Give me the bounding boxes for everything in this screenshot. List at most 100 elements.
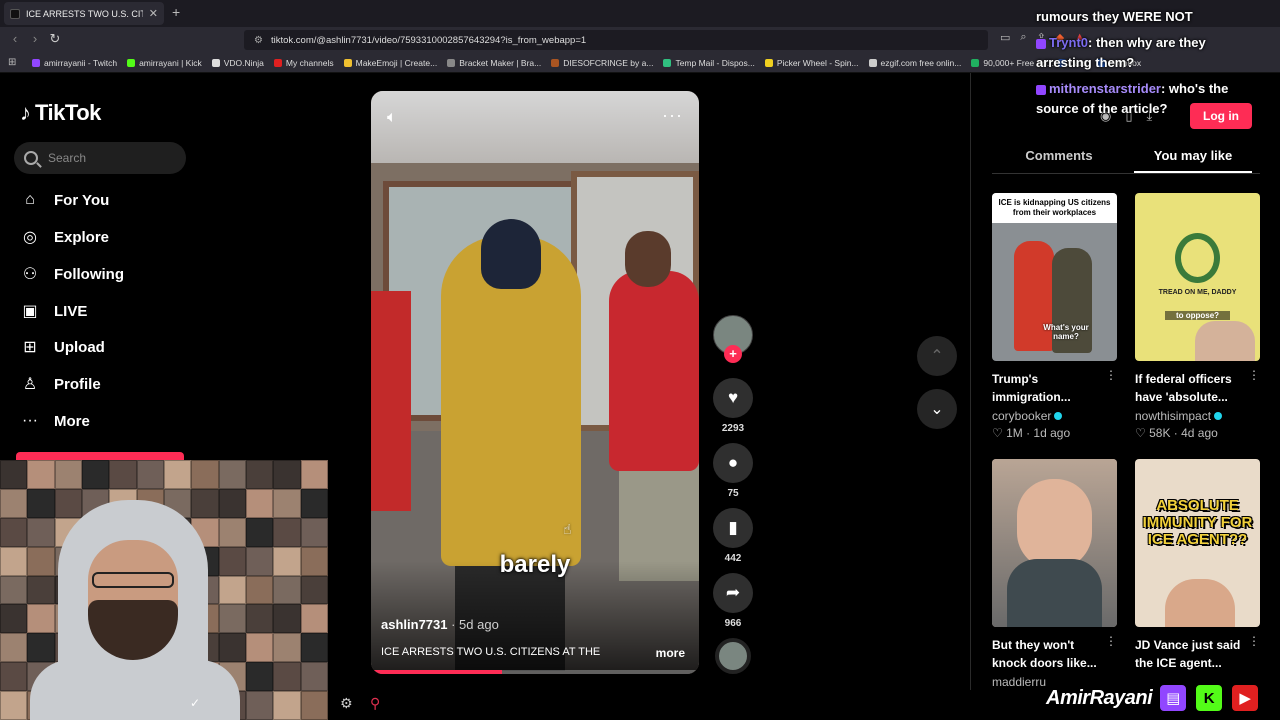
collage-tile [218,575,246,605]
previous-video-button[interactable]: ⌃ [917,336,957,376]
compass-icon: ◎ [23,229,37,246]
collage-tile [300,633,328,663]
pixabay-icon [971,58,980,67]
card-title[interactable]: Trump's immigration... [992,370,1102,406]
bookmark-item[interactable]: DIESOFCRINGE by a... [551,58,653,68]
collage-tile [27,517,55,547]
collage-tile [273,517,301,547]
card-author[interactable]: nowthisimpact [1135,409,1223,423]
search-input[interactable]: Search [14,142,186,174]
tab-you-may-like[interactable]: You may like [1130,148,1256,163]
thumbnail-text: ABSOLUTE IMMUNITY FOR ICE AGENT?? [1142,497,1253,548]
sidebar-item-for-you[interactable]: ⌂ For You [20,190,109,210]
sidebar-item-more[interactable]: ··· More [20,411,90,431]
address-bar[interactable]: ⚙ tiktok.com/@ashlin7731/video/759331000… [244,30,988,50]
apps-grid-icon[interactable]: ⊞ [8,57,32,68]
bookmark-item[interactable]: Picker Wheel - Spin... [764,58,859,68]
video-thumbnail[interactable]: TREAD ON ME, DADDY to oppose? [1135,193,1260,361]
card-title[interactable]: JD Vance just said the ICE agent... [1135,636,1245,672]
bookmark-item[interactable]: VDO.Ninja [211,58,264,68]
card-title[interactable]: But they won't knock doors like... [992,636,1102,672]
login-button-partial[interactable] [16,452,184,460]
follow-plus-icon[interactable]: + [724,345,742,363]
collage-tile [164,460,192,489]
video-progress-bar[interactable] [371,670,699,674]
bookmark-count: 442 [724,553,742,564]
site-info-icon[interactable]: ⚙ [254,35,263,46]
card-author-name[interactable]: corybooker [992,409,1051,423]
thumbnail-text: ICE is kidnapping US citizens from their… [998,198,1111,217]
bookmark-item[interactable]: Temp Mail - Dispos... [663,58,755,68]
card-more-icon[interactable]: ⋮ [1248,634,1260,648]
like-button[interactable]: ♥ [713,378,753,418]
comment-button[interactable]: ● [713,443,753,483]
collage-tile [27,488,55,518]
collage-tile [136,460,164,489]
back-icon[interactable]: ‹ [6,31,24,46]
tiktok-logo[interactable]: ♪ TikTok [20,100,101,126]
sidebar-item-live[interactable]: ▣ LIVE [20,301,87,321]
collage-tile [0,488,28,518]
kick-logo-icon: K [1194,683,1225,713]
collage-tile [300,488,328,518]
collage-tile [54,488,82,518]
bookmark-item[interactable]: ezgif.com free onlin... [868,58,961,68]
video-thumbnail[interactable]: ABSOLUTE IMMUNITY FOR ICE AGENT?? [1135,459,1260,627]
mouse-cursor-icon: ☝︎ [563,521,572,537]
card-author-name[interactable]: nowthisimpact [1135,409,1211,423]
volume-icon[interactable]: 🔈︎ [387,109,397,127]
music-disc[interactable] [715,638,751,674]
tab-comments[interactable]: Comments [996,148,1122,163]
card-author[interactable]: corybooker [992,409,1063,423]
card-more-icon[interactable]: ⋮ [1248,368,1260,382]
bookmark-item[interactable]: amirrayani | Kick [127,58,202,68]
reload-icon[interactable]: ↻ [46,31,64,47]
card-author-name[interactable]: maddierru [992,675,1046,689]
collage-tile [246,488,274,518]
collage-tile [27,546,55,576]
video-thumbnail[interactable] [992,459,1117,627]
live-icon: ▣ [22,303,38,320]
collage-tile [0,691,28,720]
next-video-button[interactable]: ⌄ [917,389,957,429]
zoom-icon[interactable]: ⌕ [1020,31,1026,44]
bookmark-item[interactable]: My channels [273,58,334,68]
video-options-icon[interactable]: ··· [662,105,683,126]
card-more-icon[interactable]: ⋮ [1105,368,1117,382]
card-more-icon[interactable]: ⋮ [1105,634,1117,648]
collage-tile [27,575,55,605]
bookmark-item[interactable]: amirrayanii - Twitch [32,58,117,68]
sidebar-item-upload[interactable]: ⊞ Upload [20,337,105,357]
sidebar-item-explore[interactable]: ◎ Explore [20,227,109,247]
sidebar-item-following[interactable]: ⚇ Following [20,264,124,284]
more-button[interactable]: more [656,646,685,660]
bookmark-item[interactable]: Bracket Maker | Bra... [447,58,541,68]
thumbnail-person [1017,479,1092,569]
sidebar-item-profile[interactable]: ♙ Profile [20,374,101,394]
author-name[interactable]: ashlin7731 [381,617,448,632]
new-tab-icon[interactable]: + [172,4,180,20]
collage-tile [246,662,274,692]
card-stats: ♡ 1M · 1d ago [992,426,1071,440]
collage-tile [246,517,274,547]
share-button[interactable]: ➦ [713,573,753,613]
settings-gear-icon[interactable]: ⚙ [340,695,353,712]
video-thumbnail[interactable]: ICE is kidnapping US citizens from their… [992,193,1117,361]
thumbnail-subtitle: to oppose? [1165,311,1230,320]
sidebar-item-label: LIVE [54,302,88,320]
card-title[interactable]: If federal officers have 'absolute... [1135,370,1245,406]
bookmark-button[interactable]: ▮ [713,508,753,548]
sidebar-item-label: Upload [54,338,105,356]
browser-tab[interactable]: ICE ARRESTS TWO U.S. CITIZI ✕ [4,2,164,25]
close-tab-icon[interactable]: ✕ [149,7,158,20]
collage-tile [273,633,301,663]
bookmark-item[interactable]: MakeEmoji | Create... [343,58,437,68]
location-pin-icon[interactable]: ⚲ [370,695,380,712]
reader-icon[interactable]: ▭ [1000,31,1010,44]
video-player[interactable]: 🔈︎ ··· barely ashlin7731 · 5d ago ICE AR… [371,91,699,674]
forward-icon[interactable]: › [26,31,44,46]
tab-title: ICE ARRESTS TWO U.S. CITIZI [26,8,143,19]
video-author[interactable]: ashlin7731 · 5d ago [381,617,499,632]
thumbnail-person [1007,559,1102,627]
collage-tile [300,604,328,634]
